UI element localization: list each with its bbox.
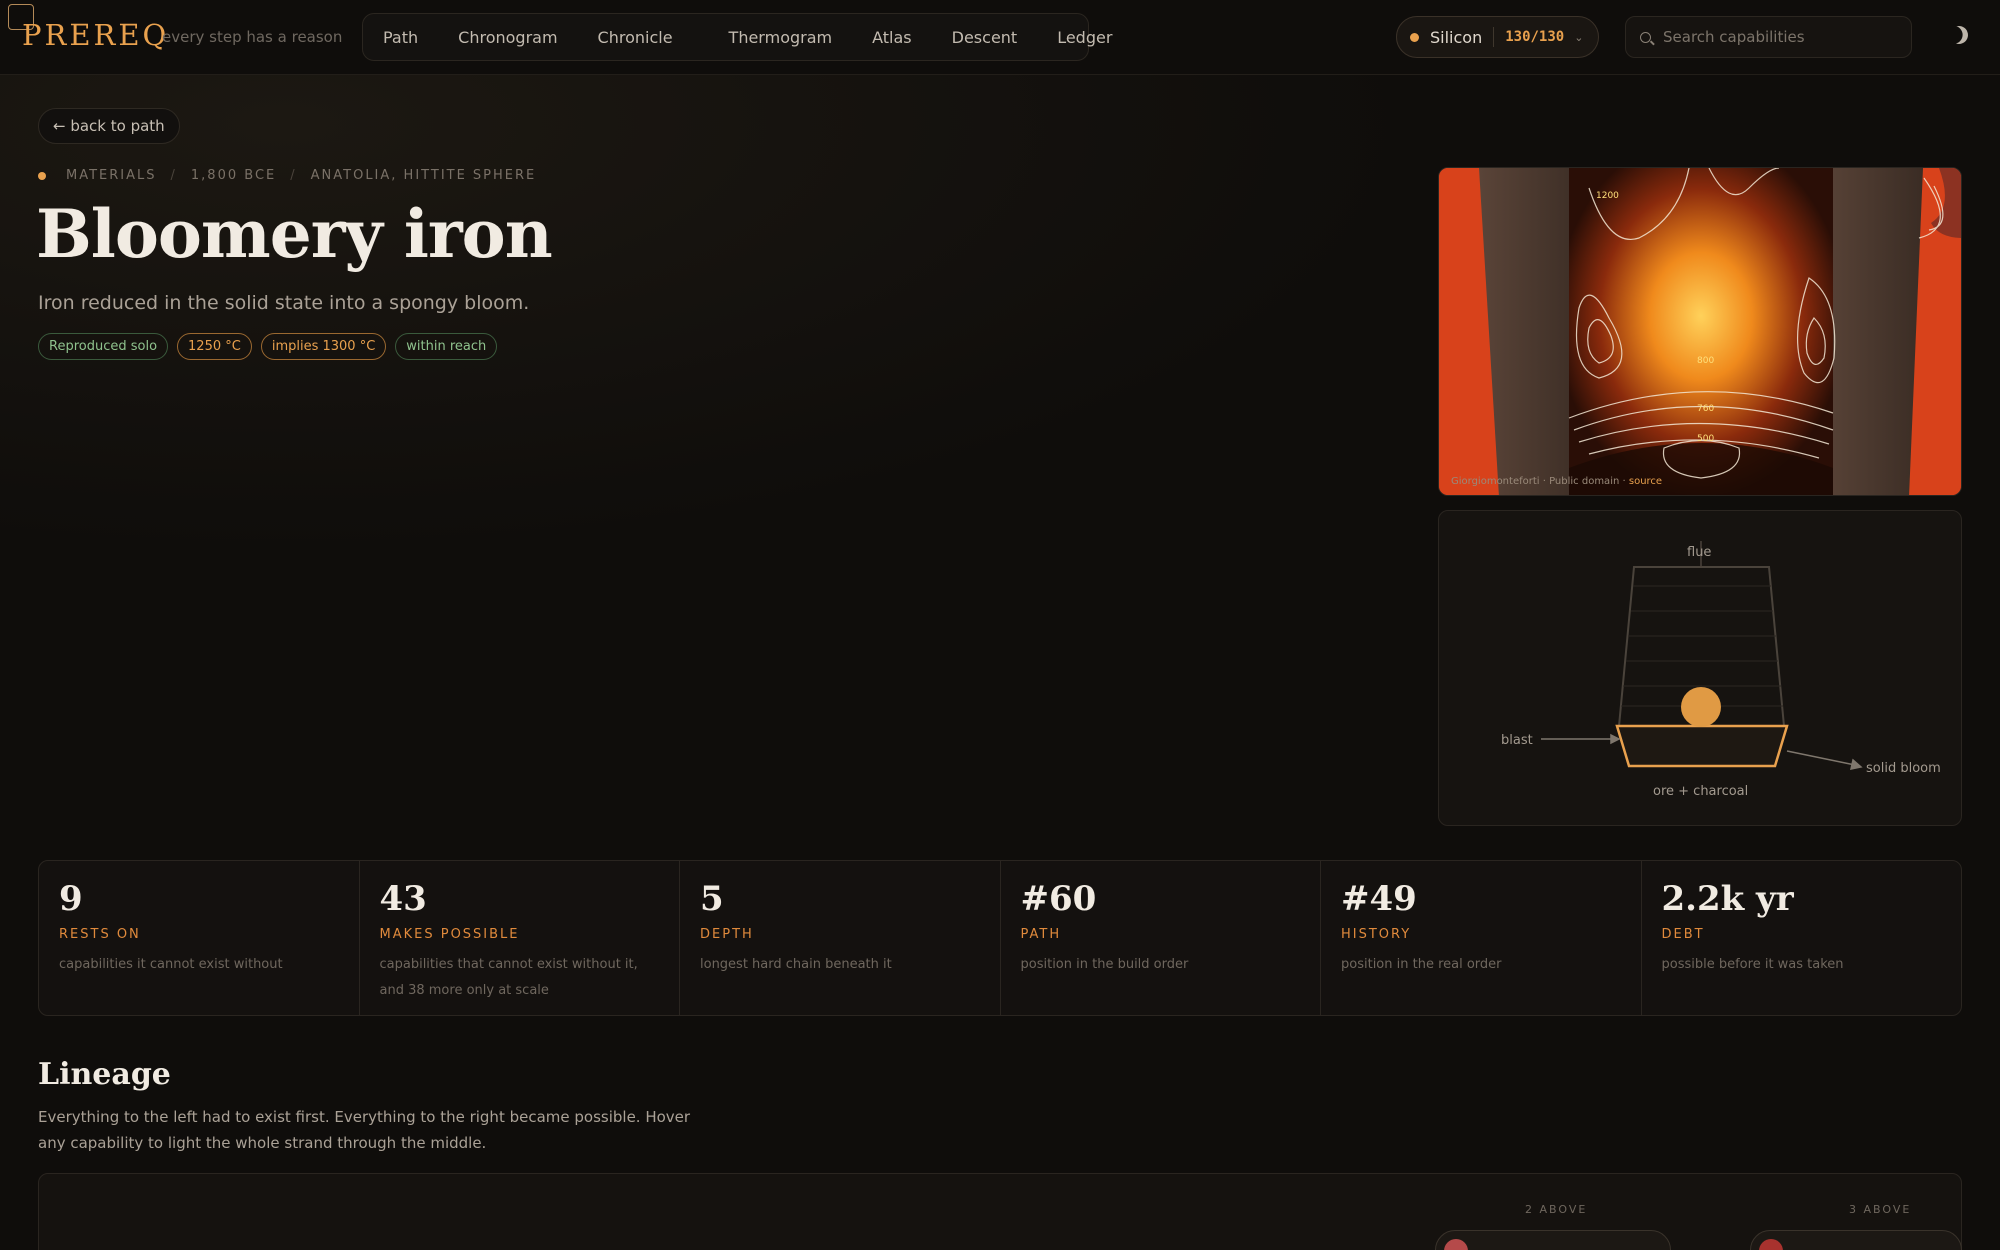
app-tagline: every step has a reason	[162, 28, 343, 46]
furnace-image: 1200 800 760 500	[1439, 168, 1961, 495]
lineage-node[interactable]	[1435, 1230, 1671, 1250]
target-label: Silicon	[1430, 27, 1483, 47]
node-avatar	[1759, 1239, 1783, 1250]
contour-label: 760	[1697, 404, 1714, 414]
stat-description: position in the real order	[1341, 957, 1502, 972]
breadcrumb-date: 1,800 BCE	[190, 168, 277, 183]
furnace-diagram: flue blast solid bloom ore + charcoal	[1501, 541, 1941, 799]
stats-panel: 9 RESTS ON capabilities it cannot exist …	[38, 860, 1962, 1016]
photo-source-link[interactable]: source	[1629, 476, 1662, 487]
hero-background	[0, 75, 1420, 555]
lineage-level-label: 3 ABOVE	[1849, 1203, 1912, 1216]
stat-label: MAKES POSSIBLE	[379, 927, 520, 942]
nav-item-descent[interactable]: Descent	[932, 28, 1038, 47]
breadcrumb-category[interactable]: MATERIALS	[66, 168, 157, 183]
stat-description: possible before it was taken	[1661, 957, 1844, 972]
contour-label: 500	[1697, 434, 1714, 444]
search-box	[1625, 16, 1912, 58]
furnace-diagram-card: flue blast solid bloom ore + charcoal	[1438, 510, 1962, 826]
node-avatar	[1444, 1239, 1468, 1250]
moon-icon[interactable]	[1947, 23, 1970, 46]
stat-description: longest hard chain beneath it	[700, 957, 892, 972]
tag-within-reach: within reach	[395, 333, 498, 360]
contour-label: 800	[1697, 356, 1714, 366]
nav-item-atlas[interactable]: Atlas	[852, 28, 932, 47]
breadcrumb-separator: /	[170, 168, 177, 183]
page-title: Bloomery iron	[36, 195, 553, 273]
stat-rests-on[interactable]: 9 RESTS ON capabilities it cannot exist …	[39, 861, 360, 1015]
stat-description: capabilities it cannot exist without	[59, 957, 283, 972]
status-dot	[1410, 32, 1419, 42]
tag-temperature: 1250 °C	[177, 333, 252, 360]
app-logo[interactable]: PREREQ	[22, 18, 169, 52]
lineage-panel	[38, 1173, 1962, 1250]
lineage-level-label: 2 ABOVE	[1525, 1203, 1588, 1216]
diagram-label-right: solid bloom	[1866, 761, 1941, 776]
page-subtitle: Iron reduced in the solid state into a s…	[38, 292, 530, 314]
stat-debt[interactable]: 2.2k yr DEBT possible before it was take…	[1642, 861, 1962, 1015]
photo-credit-text: Giorgiomonteforti · Public domain ·	[1451, 476, 1626, 487]
contour-label: 1200	[1596, 191, 1619, 201]
stat-description: capabilities that cannot exist without i…	[379, 957, 638, 998]
target-divider	[1493, 27, 1495, 47]
stat-label: RESTS ON	[59, 927, 141, 942]
search-icon	[1640, 31, 1651, 43]
top-bar: PREREQ every step has a reason Path Chro…	[0, 0, 2000, 75]
stat-value: 5	[700, 879, 724, 919]
stat-label: DEBT	[1661, 927, 1705, 942]
stat-path[interactable]: #60 PATH position in the build order	[1001, 861, 1321, 1015]
nav-item-chronicle[interactable]: Chronicle	[578, 28, 693, 47]
nav-item-ledger[interactable]: Ledger	[1037, 28, 1132, 47]
lineage-description: Everything to the left had to exist firs…	[38, 1108, 691, 1152]
category-dot	[38, 171, 46, 180]
tag-list: Reproduced solo 1250 °C implies 1300 °C …	[38, 333, 498, 360]
tag-implied-temperature: implies 1300 °C	[260, 333, 387, 360]
breadcrumb: MATERIALS / 1,800 BCE / ANATOLIA, HITTIT…	[38, 168, 536, 183]
stat-makes-possible[interactable]: 43 MAKES POSSIBLE capabilities that cann…	[360, 861, 680, 1015]
nav-item-path[interactable]: Path	[363, 28, 438, 47]
chevron-down-icon: ⌄	[1574, 30, 1584, 44]
stat-depth[interactable]: 5 DEPTH longest hard chain beneath it	[680, 861, 1001, 1015]
target-selector[interactable]: Silicon 130/130 ⌄	[1396, 16, 1599, 58]
nav-item-thermogram[interactable]: Thermogram	[709, 28, 853, 47]
lineage-node[interactable]	[1750, 1230, 1962, 1250]
stat-label: DEPTH	[700, 927, 754, 942]
stat-value: 2.2k yr	[1661, 879, 1794, 919]
stat-value: #60	[1020, 879, 1097, 919]
furnace-photo: 1200 800 760 500 Giorgiomonteforti · Pub…	[1438, 167, 1962, 496]
nav-item-chronogram[interactable]: Chronogram	[438, 28, 577, 47]
stat-label: PATH	[1020, 927, 1062, 942]
main-nav: Path Chronogram Chronicle Thermogram Atl…	[362, 13, 1112, 61]
breadcrumb-separator: /	[290, 168, 297, 183]
stat-value: 43	[379, 879, 427, 919]
breadcrumb-place: ANATOLIA, HITTITE SPHERE	[310, 168, 537, 183]
stat-history[interactable]: #49 HISTORY position in the real order	[1321, 861, 1642, 1015]
diagram-label-bottom: ore + charcoal	[1653, 784, 1748, 799]
stat-value: #49	[1341, 879, 1417, 919]
back-to-path-button[interactable]: ← back to path	[38, 108, 180, 144]
diagram-label-left: blast	[1501, 733, 1533, 748]
diagram-label-top: flue	[1687, 545, 1711, 560]
stat-value: 9	[59, 879, 83, 919]
stat-label: HISTORY	[1341, 927, 1412, 942]
search-input[interactable]	[1663, 28, 1903, 46]
photo-credit: Giorgiomonteforti · Public domain · sour…	[1451, 476, 1662, 487]
lineage-title: Lineage	[38, 1057, 171, 1092]
tag-reproduced-solo: Reproduced solo	[38, 333, 169, 360]
target-count: 130/130	[1505, 29, 1565, 45]
stat-description: position in the build order	[1020, 957, 1189, 972]
